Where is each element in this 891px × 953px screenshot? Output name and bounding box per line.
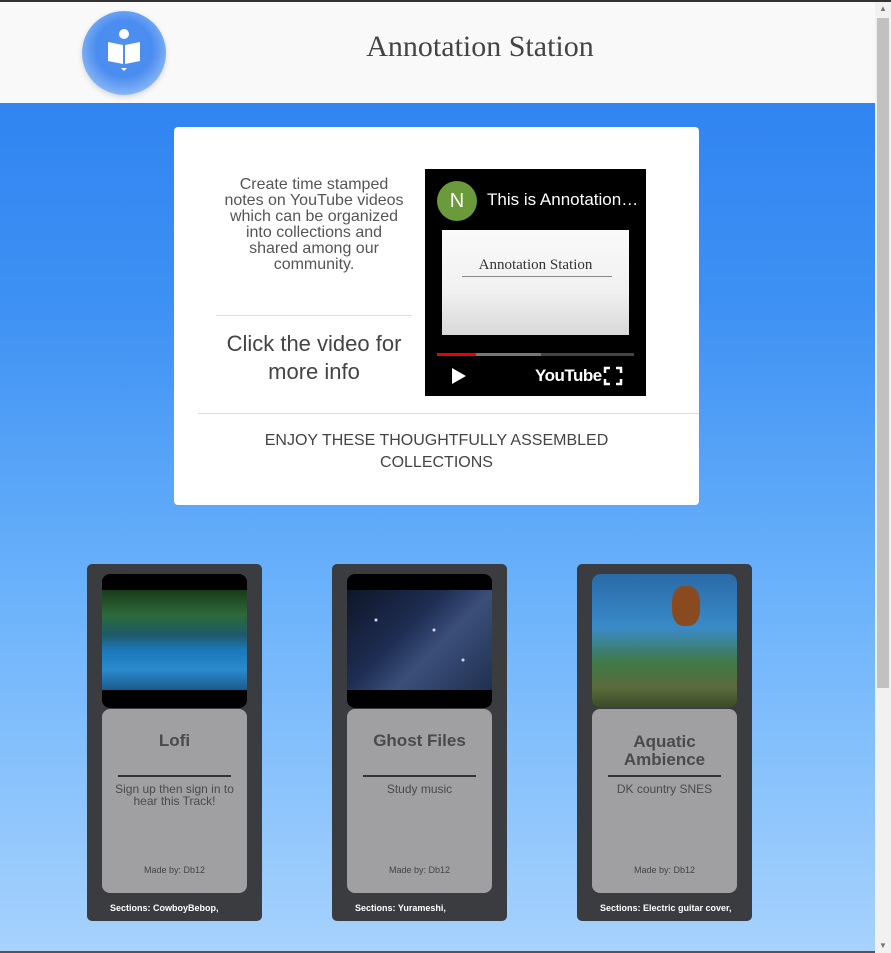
collection-image <box>347 590 492 690</box>
character-sprite <box>672 586 700 626</box>
collection-title[interactable]: Aquatic Ambience <box>597 733 732 769</box>
collections-heading: ENJOY THESE THOUGHTFULLY ASSEMBLED COLLE… <box>264 432 609 471</box>
scroll-up-arrow-icon[interactable]: ▲ <box>875 2 891 16</box>
collection-sections: Sections: CowboyBebop, <box>110 903 219 913</box>
intro-divider <box>216 315 412 316</box>
collection-card[interactable]: Aquatic Ambience DK country SNES Made by… <box>577 564 752 921</box>
video-progress-bar[interactable] <box>437 353 634 356</box>
collection-sections: Sections: Electric guitar cover, <box>600 903 732 913</box>
collection-body: Lofi Sign up then sign in to hear this T… <box>102 709 247 893</box>
collection-body: Aquatic Ambience DK country SNES Made by… <box>592 709 737 893</box>
youtube-logo[interactable]: YouTube <box>535 366 602 386</box>
site-title: Annotation Station <box>366 30 594 63</box>
youtube-video-embed[interactable]: N This is Annotation Station Annotation … <box>425 169 646 396</box>
collection-media[interactable] <box>347 574 492 708</box>
video-title[interactable]: This is Annotation Station <box>487 190 639 210</box>
video-progress-fill <box>437 353 477 356</box>
collection-description: Study music <box>386 782 453 796</box>
collection-author: Made by: Db12 <box>143 865 206 875</box>
collection-sections: Sections: Yurameshi, <box>355 903 446 913</box>
intro-card: Create time stamped notes on YouTube vid… <box>174 127 699 505</box>
intro-description: Create time stamped notes on YouTube vid… <box>224 176 404 273</box>
collection-title[interactable]: Lofi <box>107 732 242 750</box>
channel-avatar[interactable]: N <box>437 181 477 221</box>
collection-divider <box>608 775 721 777</box>
collection-author: Made by: Db12 <box>633 865 696 875</box>
thumbnail-text: Annotation Station <box>478 257 593 273</box>
site-header: Annotation Station <box>0 2 875 103</box>
thumbnail-underline <box>462 276 612 277</box>
collection-card[interactable]: Lofi Sign up then sign in to hear this T… <box>87 564 262 921</box>
collection-description: Sign up then sign in to hear this Track! <box>115 782 234 808</box>
collection-card[interactable]: Ghost Files Study music Made by: Db12 Se… <box>332 564 507 921</box>
collection-title[interactable]: Ghost Files <box>352 732 487 750</box>
click-video-info: Click the video for more info <box>226 331 402 384</box>
collection-image <box>102 590 247 690</box>
scroll-down-arrow-icon[interactable]: ▼ <box>875 939 891 953</box>
collection-media[interactable] <box>102 574 247 708</box>
collection-body: Ghost Files Study music Made by: Db12 <box>347 709 492 893</box>
book-reader-icon <box>108 29 140 71</box>
collection-image <box>592 574 737 708</box>
video-thumbnail[interactable]: Annotation Station <box>442 230 629 335</box>
page-scrollbar[interactable]: ▲ ▼ <box>875 2 891 953</box>
collection-media[interactable] <box>592 574 737 708</box>
collection-author: Made by: Db12 <box>388 865 451 875</box>
site-logo[interactable] <box>82 11 166 95</box>
collection-divider <box>118 775 231 777</box>
collection-description: DK country SNES <box>616 782 713 796</box>
collection-divider <box>363 775 476 777</box>
intro-bottom-divider <box>198 413 699 414</box>
play-icon[interactable] <box>450 366 468 386</box>
fullscreen-icon[interactable] <box>603 366 623 386</box>
scrollbar-thumb[interactable] <box>877 18 889 688</box>
